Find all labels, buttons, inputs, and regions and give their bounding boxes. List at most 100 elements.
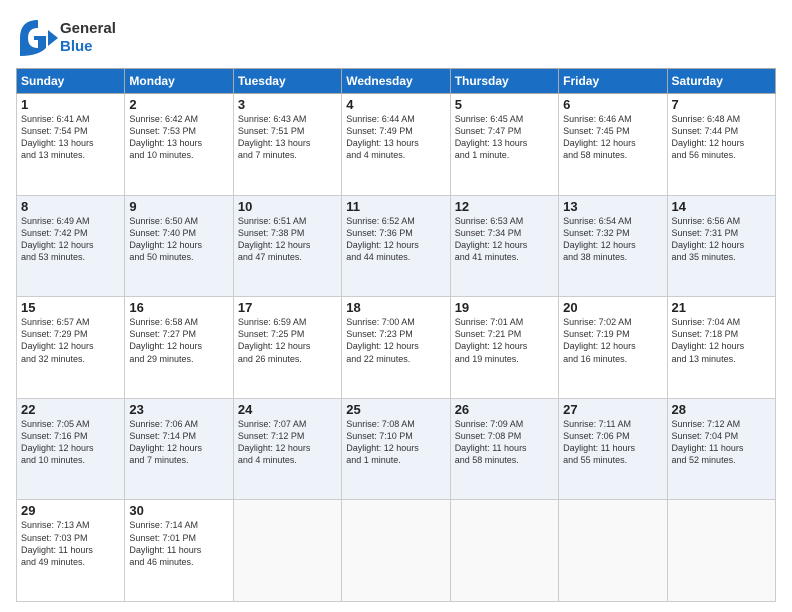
logo-general: General: [60, 20, 116, 38]
calendar-cell: 14Sunrise: 6:56 AM Sunset: 7:31 PM Dayli…: [667, 195, 775, 297]
day-number: 20: [563, 300, 662, 315]
weekday-header-wednesday: Wednesday: [342, 69, 450, 94]
calendar-cell: 26Sunrise: 7:09 AM Sunset: 7:08 PM Dayli…: [450, 398, 558, 500]
day-number: 4: [346, 97, 445, 112]
calendar-cell: 21Sunrise: 7:04 AM Sunset: 7:18 PM Dayli…: [667, 297, 775, 399]
calendar-cell: 23Sunrise: 7:06 AM Sunset: 7:14 PM Dayli…: [125, 398, 233, 500]
day-number: 24: [238, 402, 337, 417]
calendar-cell: 3Sunrise: 6:43 AM Sunset: 7:51 PM Daylig…: [233, 94, 341, 196]
calendar-cell: 7Sunrise: 6:48 AM Sunset: 7:44 PM Daylig…: [667, 94, 775, 196]
weekday-header-row: SundayMondayTuesdayWednesdayThursdayFrid…: [17, 69, 776, 94]
day-info: Sunrise: 6:42 AM Sunset: 7:53 PM Dayligh…: [129, 113, 228, 162]
day-number: 23: [129, 402, 228, 417]
calendar-cell: 28Sunrise: 7:12 AM Sunset: 7:04 PM Dayli…: [667, 398, 775, 500]
day-info: Sunrise: 7:07 AM Sunset: 7:12 PM Dayligh…: [238, 418, 337, 467]
calendar-cell: 19Sunrise: 7:01 AM Sunset: 7:21 PM Dayli…: [450, 297, 558, 399]
page: GeneralBlue SundayMondayTuesdayWednesday…: [0, 0, 792, 612]
day-info: Sunrise: 6:54 AM Sunset: 7:32 PM Dayligh…: [563, 215, 662, 264]
day-info: Sunrise: 6:48 AM Sunset: 7:44 PM Dayligh…: [672, 113, 771, 162]
weekday-header-friday: Friday: [559, 69, 667, 94]
day-number: 7: [672, 97, 771, 112]
calendar-cell: 8Sunrise: 6:49 AM Sunset: 7:42 PM Daylig…: [17, 195, 125, 297]
day-number: 27: [563, 402, 662, 417]
day-number: 29: [21, 503, 120, 518]
day-number: 16: [129, 300, 228, 315]
calendar-cell: 20Sunrise: 7:02 AM Sunset: 7:19 PM Dayli…: [559, 297, 667, 399]
day-number: 25: [346, 402, 445, 417]
calendar-cell: [667, 500, 775, 602]
calendar-row-5: 29Sunrise: 7:13 AM Sunset: 7:03 PM Dayli…: [17, 500, 776, 602]
calendar-table: SundayMondayTuesdayWednesdayThursdayFrid…: [16, 68, 776, 602]
calendar-cell: 2Sunrise: 6:42 AM Sunset: 7:53 PM Daylig…: [125, 94, 233, 196]
calendar-row-2: 8Sunrise: 6:49 AM Sunset: 7:42 PM Daylig…: [17, 195, 776, 297]
weekday-header-saturday: Saturday: [667, 69, 775, 94]
header: GeneralBlue: [16, 16, 776, 60]
calendar-row-3: 15Sunrise: 6:57 AM Sunset: 7:29 PM Dayli…: [17, 297, 776, 399]
logo-svg: [16, 16, 60, 60]
calendar-cell: 10Sunrise: 6:51 AM Sunset: 7:38 PM Dayli…: [233, 195, 341, 297]
calendar-cell: 29Sunrise: 7:13 AM Sunset: 7:03 PM Dayli…: [17, 500, 125, 602]
calendar-cell: 27Sunrise: 7:11 AM Sunset: 7:06 PM Dayli…: [559, 398, 667, 500]
day-info: Sunrise: 6:59 AM Sunset: 7:25 PM Dayligh…: [238, 316, 337, 365]
day-info: Sunrise: 7:00 AM Sunset: 7:23 PM Dayligh…: [346, 316, 445, 365]
calendar-cell: 13Sunrise: 6:54 AM Sunset: 7:32 PM Dayli…: [559, 195, 667, 297]
day-number: 26: [455, 402, 554, 417]
calendar-row-1: 1Sunrise: 6:41 AM Sunset: 7:54 PM Daylig…: [17, 94, 776, 196]
day-info: Sunrise: 6:50 AM Sunset: 7:40 PM Dayligh…: [129, 215, 228, 264]
calendar-cell: 5Sunrise: 6:45 AM Sunset: 7:47 PM Daylig…: [450, 94, 558, 196]
day-info: Sunrise: 7:01 AM Sunset: 7:21 PM Dayligh…: [455, 316, 554, 365]
weekday-header-tuesday: Tuesday: [233, 69, 341, 94]
day-number: 9: [129, 199, 228, 214]
calendar-cell: 15Sunrise: 6:57 AM Sunset: 7:29 PM Dayli…: [17, 297, 125, 399]
day-number: 19: [455, 300, 554, 315]
day-info: Sunrise: 6:41 AM Sunset: 7:54 PM Dayligh…: [21, 113, 120, 162]
day-info: Sunrise: 6:43 AM Sunset: 7:51 PM Dayligh…: [238, 113, 337, 162]
day-info: Sunrise: 6:51 AM Sunset: 7:38 PM Dayligh…: [238, 215, 337, 264]
calendar-cell: 18Sunrise: 7:00 AM Sunset: 7:23 PM Dayli…: [342, 297, 450, 399]
calendar-cell: 6Sunrise: 6:46 AM Sunset: 7:45 PM Daylig…: [559, 94, 667, 196]
day-info: Sunrise: 6:49 AM Sunset: 7:42 PM Dayligh…: [21, 215, 120, 264]
weekday-header-sunday: Sunday: [17, 69, 125, 94]
day-number: 18: [346, 300, 445, 315]
calendar-cell: 30Sunrise: 7:14 AM Sunset: 7:01 PM Dayli…: [125, 500, 233, 602]
day-info: Sunrise: 7:06 AM Sunset: 7:14 PM Dayligh…: [129, 418, 228, 467]
day-number: 5: [455, 97, 554, 112]
day-number: 22: [21, 402, 120, 417]
day-number: 17: [238, 300, 337, 315]
calendar-cell: 17Sunrise: 6:59 AM Sunset: 7:25 PM Dayli…: [233, 297, 341, 399]
day-info: Sunrise: 6:56 AM Sunset: 7:31 PM Dayligh…: [672, 215, 771, 264]
day-info: Sunrise: 7:08 AM Sunset: 7:10 PM Dayligh…: [346, 418, 445, 467]
calendar-cell: [233, 500, 341, 602]
logo-blue: Blue: [60, 38, 116, 56]
day-number: 13: [563, 199, 662, 214]
day-number: 1: [21, 97, 120, 112]
day-number: 2: [129, 97, 228, 112]
day-info: Sunrise: 7:11 AM Sunset: 7:06 PM Dayligh…: [563, 418, 662, 467]
day-info: Sunrise: 7:04 AM Sunset: 7:18 PM Dayligh…: [672, 316, 771, 365]
calendar-cell: 25Sunrise: 7:08 AM Sunset: 7:10 PM Dayli…: [342, 398, 450, 500]
calendar-cell: 1Sunrise: 6:41 AM Sunset: 7:54 PM Daylig…: [17, 94, 125, 196]
day-info: Sunrise: 7:14 AM Sunset: 7:01 PM Dayligh…: [129, 519, 228, 568]
calendar-cell: 4Sunrise: 6:44 AM Sunset: 7:49 PM Daylig…: [342, 94, 450, 196]
calendar-cell: 16Sunrise: 6:58 AM Sunset: 7:27 PM Dayli…: [125, 297, 233, 399]
day-info: Sunrise: 7:12 AM Sunset: 7:04 PM Dayligh…: [672, 418, 771, 467]
day-number: 15: [21, 300, 120, 315]
calendar-cell: [450, 500, 558, 602]
day-number: 12: [455, 199, 554, 214]
calendar-cell: 9Sunrise: 6:50 AM Sunset: 7:40 PM Daylig…: [125, 195, 233, 297]
day-info: Sunrise: 6:57 AM Sunset: 7:29 PM Dayligh…: [21, 316, 120, 365]
day-info: Sunrise: 6:58 AM Sunset: 7:27 PM Dayligh…: [129, 316, 228, 365]
day-number: 10: [238, 199, 337, 214]
calendar-row-4: 22Sunrise: 7:05 AM Sunset: 7:16 PM Dayli…: [17, 398, 776, 500]
calendar-cell: [342, 500, 450, 602]
calendar-cell: 11Sunrise: 6:52 AM Sunset: 7:36 PM Dayli…: [342, 195, 450, 297]
day-number: 28: [672, 402, 771, 417]
day-number: 14: [672, 199, 771, 214]
day-number: 6: [563, 97, 662, 112]
day-info: Sunrise: 6:45 AM Sunset: 7:47 PM Dayligh…: [455, 113, 554, 162]
weekday-header-monday: Monday: [125, 69, 233, 94]
calendar-cell: 12Sunrise: 6:53 AM Sunset: 7:34 PM Dayli…: [450, 195, 558, 297]
day-number: 30: [129, 503, 228, 518]
calendar-cell: [559, 500, 667, 602]
day-info: Sunrise: 6:44 AM Sunset: 7:49 PM Dayligh…: [346, 113, 445, 162]
